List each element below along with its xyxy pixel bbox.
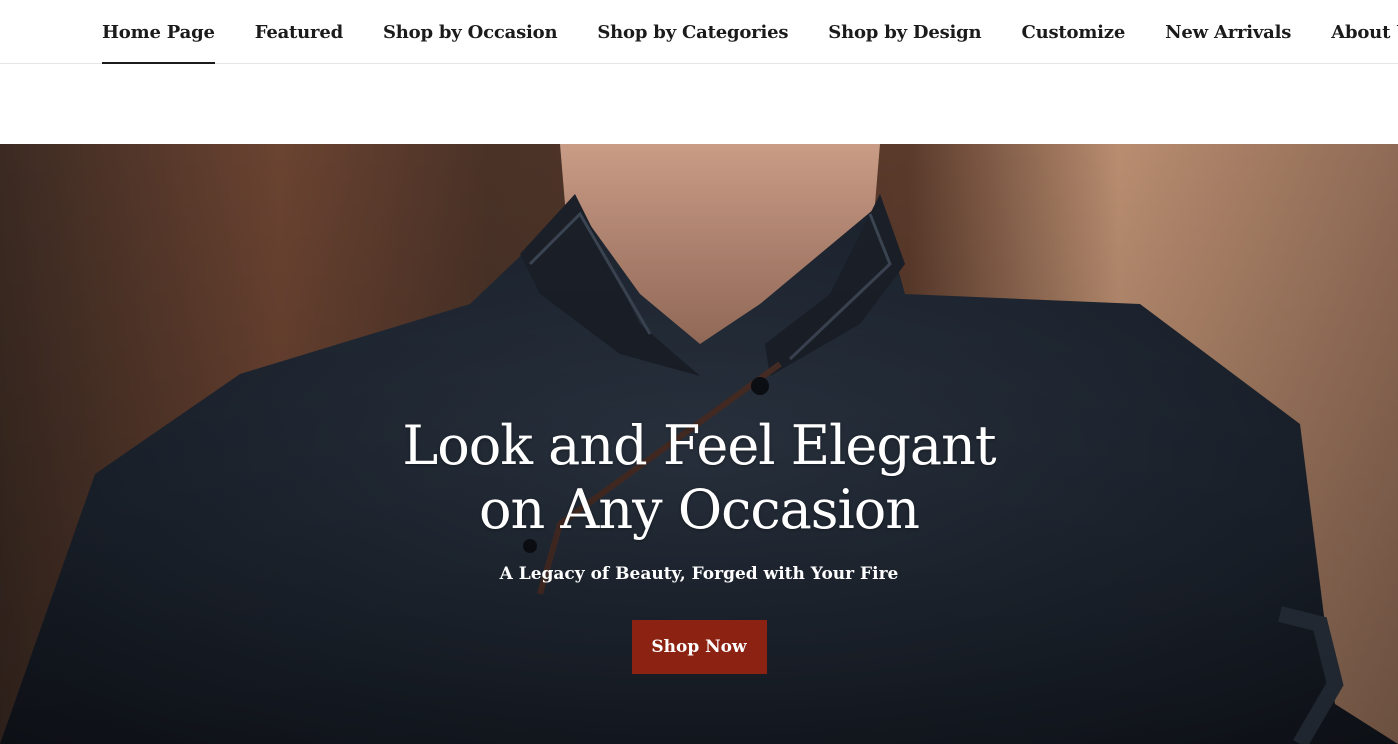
hero-banner: Look and Feel Elegant on Any Occasion A … xyxy=(0,144,1398,744)
top-navigation-bar: Home Page Featured Shop by Occasion Shop… xyxy=(0,0,1398,64)
hero-copy: Look and Feel Elegant on Any Occasion A … xyxy=(0,414,1398,674)
hero-title: Look and Feel Elegant on Any Occasion xyxy=(0,414,1398,542)
hero-title-line-2: on Any Occasion xyxy=(478,478,920,541)
shop-now-button[interactable]: Shop Now xyxy=(631,620,767,674)
nav-item-about-us[interactable]: About Us xyxy=(1331,0,1398,64)
nav-item-home-page[interactable]: Home Page xyxy=(102,0,215,64)
nav-item-shop-by-occasion[interactable]: Shop by Occasion xyxy=(383,0,558,64)
hero-subtitle: A Legacy of Beauty, Forged with Your Fir… xyxy=(499,564,899,584)
nav-item-new-arrivals[interactable]: New Arrivals xyxy=(1165,0,1291,64)
nav-item-shop-by-categories[interactable]: Shop by Categories xyxy=(597,0,788,64)
main-nav: Home Page Featured Shop by Occasion Shop… xyxy=(102,0,1398,64)
hero-title-line-1: Look and Feel Elegant xyxy=(402,414,996,477)
nav-item-featured[interactable]: Featured xyxy=(255,0,343,64)
nav-item-shop-by-design[interactable]: Shop by Design xyxy=(828,0,981,64)
nav-item-customize[interactable]: Customize xyxy=(1021,0,1125,64)
